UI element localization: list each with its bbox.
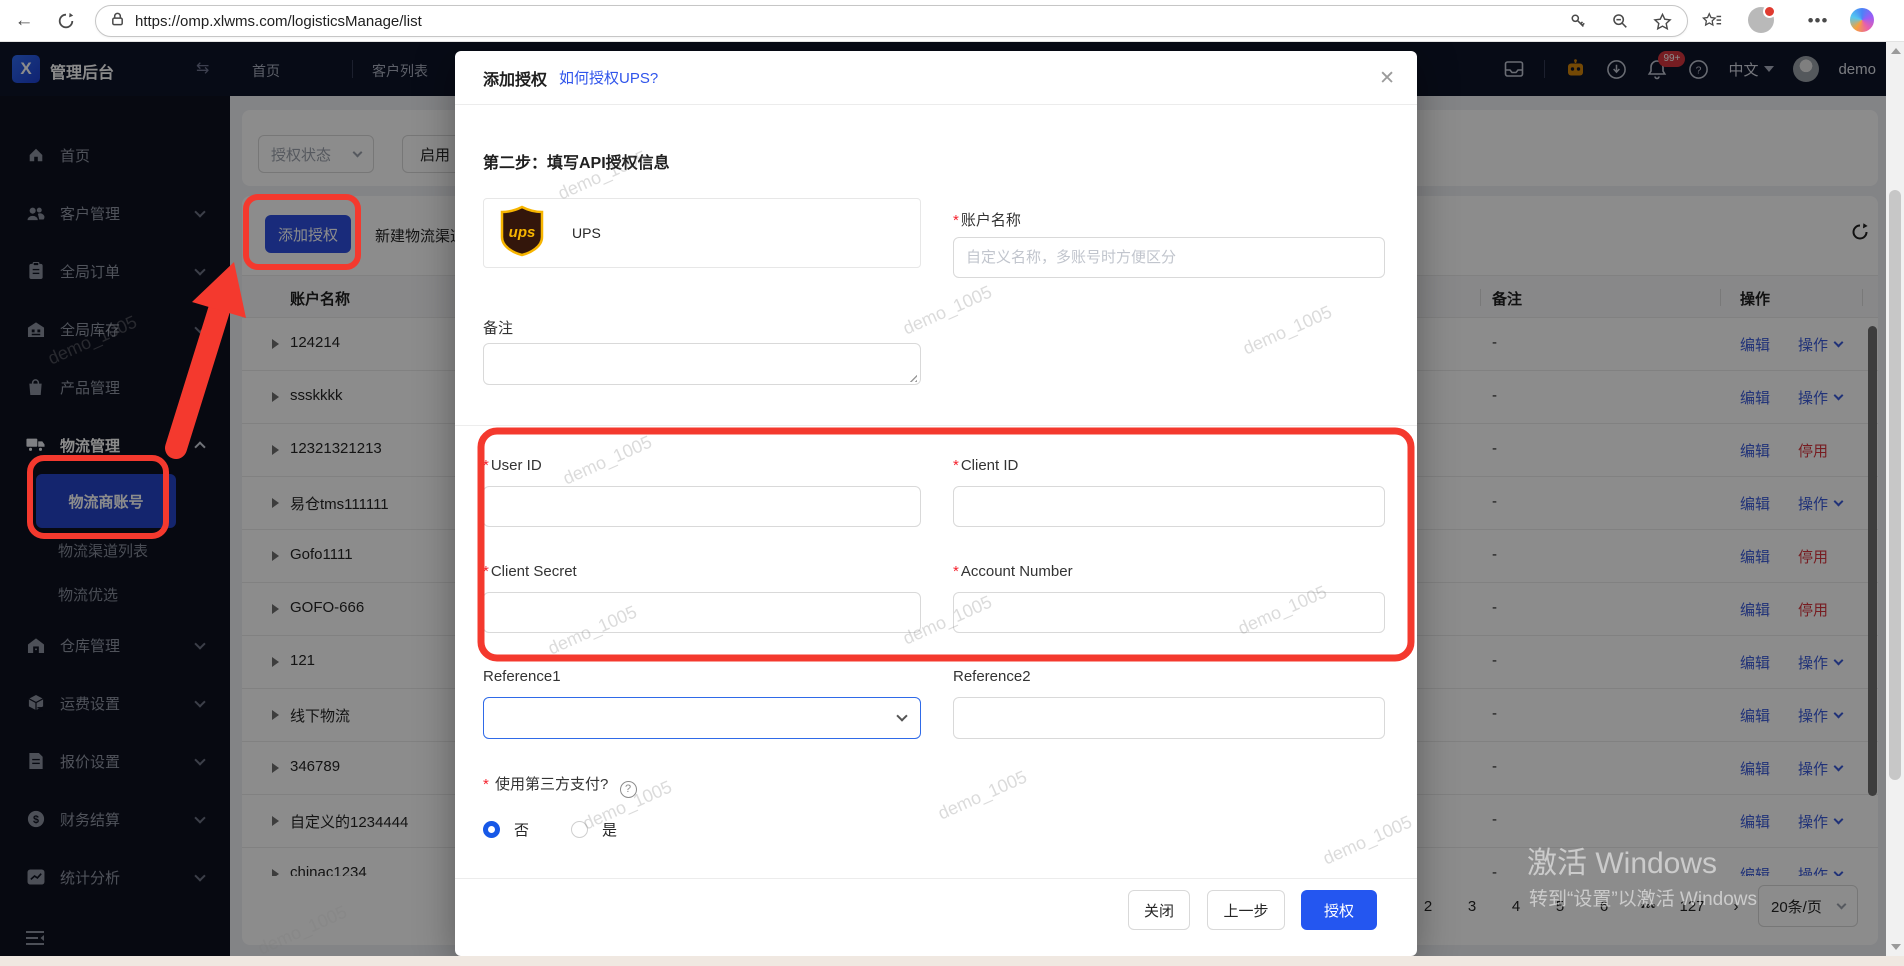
key-icon[interactable] — [1567, 10, 1589, 32]
favorites-bar-icon[interactable] — [1700, 9, 1724, 33]
windows-activation-line2: 转到“设置”以激活 Windows — [1529, 889, 1758, 910]
third-party-label: 使用第三方支付? ? — [483, 773, 637, 798]
modal-header: 添加授权 如何授权UPS? ✕ — [455, 51, 1417, 105]
refresh-icon[interactable] — [54, 9, 78, 33]
client-secret-input[interactable] — [483, 592, 921, 633]
radio-no[interactable] — [483, 821, 500, 838]
authorize-button[interactable]: 授权 — [1301, 890, 1377, 930]
scroll-up-arrow[interactable] — [1891, 48, 1901, 54]
account-number-label: Account Number — [953, 563, 1073, 580]
client-id-label: Client ID — [953, 457, 1019, 474]
chevron-down-icon — [896, 710, 908, 722]
close-button[interactable]: 关闭 — [1128, 890, 1190, 930]
footer-divider — [455, 878, 1417, 879]
section-divider — [455, 425, 1417, 426]
lock-icon — [110, 11, 125, 32]
profile-avatar[interactable] — [1748, 5, 1776, 33]
prev-step-button[interactable]: 上一步 — [1207, 890, 1285, 930]
url-text[interactable]: https://omp.xlwms.com/logisticsManage/li… — [135, 13, 1547, 30]
radio-no-label: 否 — [514, 822, 530, 839]
remark-textarea[interactable] — [483, 343, 921, 385]
window-bottom-edge — [0, 956, 1904, 966]
favorite-star-icon[interactable] — [1651, 10, 1673, 32]
client-secret-label: Client Secret — [483, 563, 577, 580]
reference2-label: Reference2 — [953, 668, 1031, 685]
remark-label: 备注 — [483, 320, 514, 337]
screen: ← https://omp.xlwms.com/logisticsManage/… — [0, 0, 1904, 966]
client-id-input[interactable] — [953, 486, 1385, 527]
account-name-input[interactable] — [953, 237, 1385, 278]
reference1-label: Reference1 — [483, 668, 561, 685]
copilot-icon[interactable] — [1850, 8, 1874, 32]
browser-toolbar: ← https://omp.xlwms.com/logisticsManage/… — [0, 0, 1904, 42]
svg-text:ups: ups — [509, 224, 536, 241]
ups-logo: ups — [500, 205, 544, 262]
zoom-out-icon[interactable] — [1609, 10, 1631, 32]
scroll-down-arrow[interactable] — [1891, 944, 1901, 950]
back-icon[interactable]: ← — [12, 9, 36, 33]
address-bar[interactable]: https://omp.xlwms.com/logisticsManage/li… — [95, 5, 1688, 37]
page-scrollbar[interactable] — [1886, 42, 1904, 956]
account-name-label: 账户名称 — [953, 209, 1021, 230]
close-icon[interactable]: ✕ — [1379, 67, 1395, 90]
modal-title: 添加授权 — [483, 71, 548, 89]
reference1-select[interactable] — [483, 697, 921, 739]
carrier-card: ups UPS — [483, 198, 921, 268]
user-id-input[interactable] — [483, 486, 921, 527]
more-dots-icon[interactable]: ••• — [1806, 9, 1830, 33]
windows-activation-line1: 激活 Windows — [1527, 847, 1718, 880]
how-to-auth-link[interactable]: 如何授权UPS? — [559, 67, 658, 88]
carrier-name: UPS — [572, 225, 601, 241]
reference2-input[interactable] — [953, 697, 1385, 739]
user-id-label: User ID — [483, 457, 542, 474]
page-scrollbar-thumb[interactable] — [1889, 190, 1901, 780]
